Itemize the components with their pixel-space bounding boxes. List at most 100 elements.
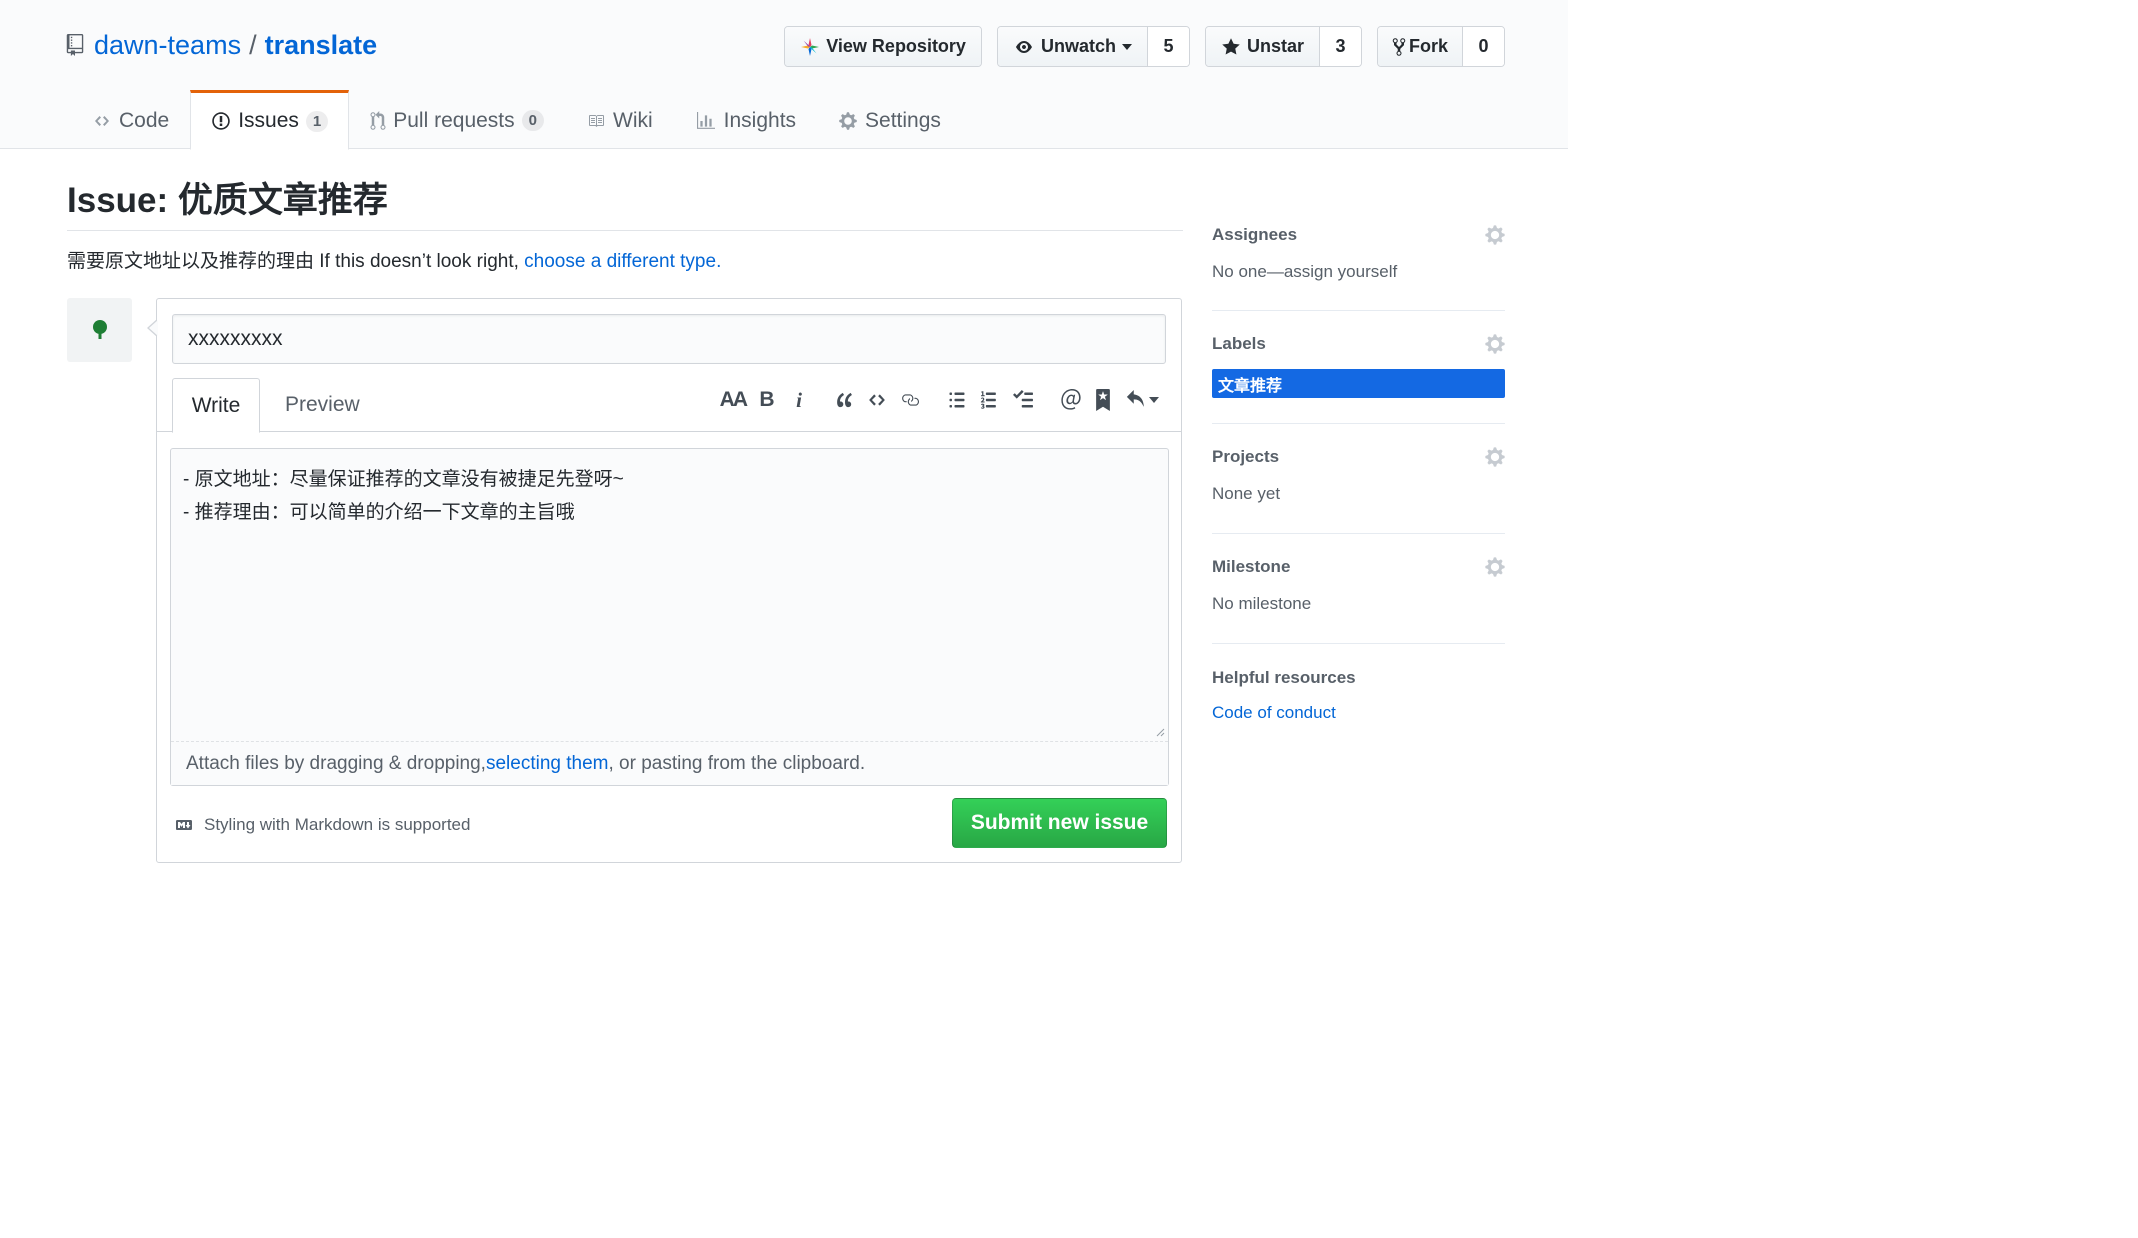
view-repository-label: View Repository — [826, 36, 966, 56]
bookmark-icon[interactable] — [1092, 387, 1114, 413]
tab-code-label: Code — [119, 108, 170, 132]
italic-button[interactable]: i — [788, 387, 810, 413]
page-title: Issue: 优质文章推荐 — [67, 181, 388, 220]
link-icon[interactable] — [898, 387, 922, 413]
projects-gear-icon[interactable] — [1485, 446, 1505, 468]
choose-different-type-link[interactable]: choose a different type. — [524, 251, 721, 272]
forks-count[interactable]: 0 — [1462, 27, 1504, 66]
issue-template-hint: 需要原文地址以及推荐的理由 If this doesn’t look right… — [67, 246, 721, 273]
sparkle-icon — [800, 37, 820, 57]
quote-icon[interactable] — [834, 387, 856, 413]
label-pill[interactable]: 文章推荐 — [1212, 369, 1505, 398]
labels-heading: Labels — [1212, 334, 1266, 353]
tab-issues[interactable]: Issues 1 — [190, 90, 350, 150]
reply-icon[interactable] — [1124, 387, 1159, 413]
tab-preview[interactable]: Preview — [285, 378, 360, 432]
unwatch-button[interactable]: Unwatch — [997, 27, 1147, 66]
repo-name-link[interactable]: translate — [265, 30, 378, 61]
tab-pull-requests[interactable]: Pull requests 0 — [349, 90, 565, 149]
ordered-list-icon[interactable] — [978, 387, 1000, 413]
markdown-toolbar: AA B i — [710, 387, 1159, 413]
tab-wiki-label: Wiki — [613, 108, 653, 132]
markdown-support-text: Styling with Markdown is supported — [204, 815, 471, 834]
chevron-down-icon — [1149, 397, 1159, 403]
gear-icon — [838, 111, 858, 131]
title-divider — [67, 230, 1183, 231]
avatar[interactable] — [67, 298, 132, 362]
helpful-resources-heading: Helpful resources — [1212, 668, 1356, 687]
body-line: - 推荐理由：可以简单的介绍一下文章的主旨哦 — [183, 502, 575, 523]
star-icon — [1221, 37, 1241, 57]
issue-body-textarea[interactable]: - 原文地址：尽量保证推荐的文章没有被捷足先登呀~ - 推荐理由：可以简单的介绍一… — [170, 448, 1169, 786]
task-list-icon[interactable] — [1010, 387, 1036, 413]
attach-text-before: Attach files by dragging & dropping, — [186, 752, 486, 774]
select-files-link[interactable]: selecting them — [486, 753, 609, 775]
eye-icon — [1013, 39, 1035, 55]
fork-group: Fork 0 — [1376, 26, 1505, 67]
tab-issues-label: Issues — [238, 109, 299, 132]
tab-insights-label: Insights — [723, 108, 797, 132]
unstar-button[interactable]: Unstar — [1205, 27, 1319, 66]
view-repository-button[interactable]: View Repository — [785, 27, 981, 66]
tab-settings[interactable]: Settings — [817, 90, 962, 149]
code-of-conduct-link[interactable]: Code of conduct — [1212, 703, 1336, 722]
fork-icon — [1392, 37, 1406, 57]
code-icon — [92, 113, 112, 129]
star-group: Unstar 3 — [1204, 26, 1362, 67]
graph-icon — [695, 111, 717, 130]
repo-nav: Code Issues 1 Pull requests 0 Wiki Insig… — [71, 90, 962, 150]
git-pull-request-icon — [370, 110, 386, 131]
new-issue-form: Write Preview AA B i — [147, 298, 1182, 863]
sidebar-projects: Projects None yet — [1212, 424, 1505, 534]
tab-insights[interactable]: Insights — [674, 90, 817, 149]
bold-button[interactable]: B — [756, 387, 778, 413]
repo-owner-link[interactable]: dawn-teams — [94, 30, 241, 61]
tab-wiki[interactable]: Wiki — [565, 90, 674, 149]
issue-opened-icon — [211, 111, 231, 131]
labels-gear-icon[interactable] — [1485, 333, 1505, 355]
sidebar-resources: Helpful resources Code of conduct — [1212, 644, 1505, 723]
issue-template-text: 需要原文地址以及推荐的理由 If this doesn’t look right… — [67, 251, 525, 272]
sidebar-milestone: Milestone No milestone — [1212, 534, 1505, 644]
milestone-value: No milestone — [1212, 594, 1312, 613]
issue-body-content[interactable]: - 原文地址：尽量保证推荐的文章没有被捷足先登呀~ - 推荐理由：可以简单的介绍一… — [171, 449, 1168, 741]
assignees-value[interactable]: No one—assign yourself — [1212, 262, 1505, 282]
assignees-heading: Assignees — [1212, 225, 1298, 244]
chevron-down-icon — [1121, 43, 1132, 50]
submit-new-issue-button[interactable]: Submit new issue — [952, 798, 1167, 848]
unwatch-label: Unwatch — [1040, 36, 1116, 56]
watch-group: Unwatch 5 — [996, 26, 1190, 67]
issue-sidebar: Assignees No one—assign yourself Labels … — [1212, 220, 1505, 723]
header-text-button[interactable]: AA — [720, 387, 748, 413]
fork-label: Fork — [1408, 36, 1448, 56]
tab-settings-label: Settings — [865, 108, 941, 132]
repo-header: dawn-teams / translate View Repository U… — [0, 0, 1568, 150]
milestone-gear-icon[interactable] — [1485, 556, 1505, 578]
unstar-label: Unstar — [1246, 36, 1304, 56]
projects-value: None yet — [1212, 484, 1281, 503]
unordered-list-icon[interactable] — [946, 387, 968, 413]
milestone-heading: Milestone — [1212, 557, 1291, 576]
stargazers-count[interactable]: 3 — [1318, 27, 1361, 66]
repo-separator: / — [249, 29, 257, 60]
watchers-count[interactable]: 5 — [1146, 27, 1189, 66]
sidebar-assignees: Assignees No one—assign yourself — [1212, 220, 1505, 311]
issue-title-input[interactable] — [172, 314, 1166, 364]
tree-icon — [92, 320, 107, 339]
markdown-icon — [172, 817, 196, 833]
tab-code[interactable]: Code — [71, 90, 190, 149]
resize-handle-icon[interactable] — [1155, 727, 1165, 737]
assignees-gear-icon[interactable] — [1485, 224, 1505, 246]
fork-button[interactable]: Fork — [1377, 27, 1462, 66]
pull-requests-counter: 0 — [521, 110, 544, 131]
file-attach-area[interactable]: Attach files by dragging & dropping, sel… — [171, 741, 1168, 785]
projects-heading: Projects — [1212, 447, 1280, 466]
repo-title: dawn-teams / translate — [66, 28, 377, 62]
repo-actions: View Repository Unwatch 5 Unstar 3 Fork … — [784, 26, 1505, 67]
tab-pull-requests-label: Pull requests — [393, 108, 515, 132]
tab-write[interactable]: Write — [172, 378, 260, 433]
body-line: - 原文地址：尽量保证推荐的文章没有被捷足先登呀~ — [183, 469, 624, 490]
view-repository-group: View Repository — [784, 26, 982, 67]
code-icon[interactable] — [866, 387, 888, 413]
mention-icon[interactable] — [1060, 387, 1082, 413]
